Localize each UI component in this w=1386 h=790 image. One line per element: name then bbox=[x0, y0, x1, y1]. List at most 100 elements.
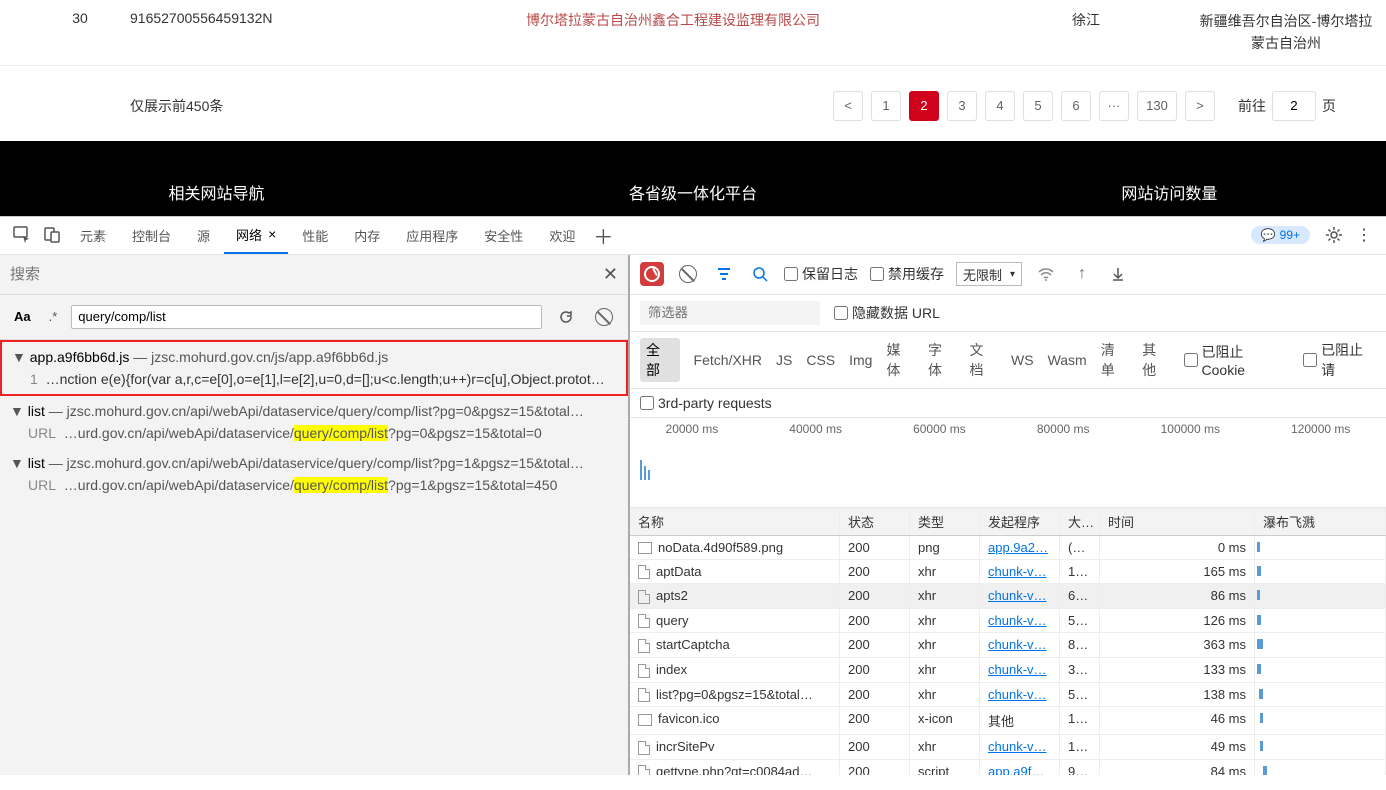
table-row[interactable]: aptData200xhrchunk-v…1…165 ms bbox=[630, 560, 1386, 585]
col-size[interactable]: 大… bbox=[1060, 508, 1100, 535]
page-5[interactable]: 5 bbox=[1023, 91, 1053, 121]
page-last[interactable]: 130 bbox=[1137, 91, 1177, 121]
search-result-2[interactable]: ▼ list — jzsc.mohurd.gov.cn/api/webApi/d… bbox=[0, 396, 628, 448]
tab-性能[interactable]: 性能 bbox=[290, 216, 340, 254]
type-字体[interactable]: 字体 bbox=[928, 340, 956, 380]
search-result-3[interactable]: ▼ list — jzsc.mohurd.gov.cn/api/webApi/d… bbox=[0, 448, 628, 500]
search-result-1[interactable]: ▼ app.a9f6bb6d.js — jzsc.mohurd.gov.cn/j… bbox=[0, 340, 628, 396]
initiator-link[interactable]: app.9a2… bbox=[988, 540, 1048, 555]
blocked-cookie-checkbox[interactable]: 已阻止 Cookie bbox=[1184, 342, 1290, 378]
goto-input[interactable] bbox=[1272, 91, 1316, 121]
type-全部[interactable]: 全部 bbox=[640, 338, 680, 382]
tab-欢迎[interactable]: 欢迎 bbox=[537, 216, 587, 254]
initiator-link[interactable]: app.a9f… bbox=[988, 764, 1044, 775]
next-button[interactable]: > bbox=[1185, 91, 1215, 121]
network-panel: 保留日志 禁用缓存 无限制 ↑ 隐藏数据 URL 全部 Fetch/XHR JS CS… bbox=[630, 255, 1386, 775]
preserve-log-checkbox[interactable]: 保留日志 bbox=[784, 264, 858, 284]
tab-安全性[interactable]: 安全性 bbox=[472, 216, 535, 254]
network-type-filter: 全部 Fetch/XHR JS CSS Img 媒体字体文档 WS Wasm 清单其他 已阻止 … bbox=[630, 332, 1386, 389]
disable-cache-checkbox[interactable]: 禁用缓存 bbox=[870, 264, 944, 284]
initiator-link[interactable]: chunk-v… bbox=[988, 739, 1047, 754]
col-status[interactable]: 状态 bbox=[840, 508, 910, 535]
page-1[interactable]: 1 bbox=[871, 91, 901, 121]
filter-input[interactable] bbox=[640, 301, 820, 325]
device-icon[interactable] bbox=[38, 221, 66, 249]
table-row[interactable]: gettype.php?gt=c0084ad…200scriptapp.a9f…… bbox=[630, 760, 1386, 775]
tab-内存[interactable]: 内存 bbox=[342, 216, 392, 254]
hide-data-url-checkbox[interactable]: 隐藏数据 URL bbox=[834, 303, 940, 323]
type-WS[interactable]: WS bbox=[1011, 352, 1034, 368]
inspect-icon[interactable] bbox=[8, 221, 36, 249]
throttle-select[interactable]: 无限制 bbox=[956, 262, 1022, 286]
filter-icon[interactable] bbox=[712, 262, 736, 286]
table-row[interactable]: noData.4d90f589.png200pngapp.9a2…(…0 ms bbox=[630, 536, 1386, 560]
table-row[interactable]: favicon.ico200x-icon其他1…46 ms bbox=[630, 707, 1386, 735]
col-name[interactable]: 名称 bbox=[630, 508, 840, 535]
type-Img[interactable]: Img bbox=[849, 352, 872, 368]
initiator-link[interactable]: chunk-v… bbox=[988, 564, 1047, 579]
upload-icon[interactable]: ↑ bbox=[1070, 262, 1094, 286]
tab-源[interactable]: 源 bbox=[185, 216, 222, 254]
search-icon[interactable] bbox=[748, 262, 772, 286]
page-more[interactable]: ··· bbox=[1099, 91, 1129, 121]
clear-button[interactable] bbox=[676, 262, 700, 286]
tab-应用程序[interactable]: 应用程序 bbox=[394, 216, 470, 254]
settings-icon[interactable] bbox=[1320, 221, 1348, 249]
blocked-req-checkbox[interactable]: 已阻止请 bbox=[1303, 340, 1376, 380]
table-row[interactable]: index200xhrchunk-v…3…133 ms bbox=[630, 658, 1386, 683]
footer-link-1[interactable]: 相关网站导航 bbox=[0, 180, 433, 204]
row-company[interactable]: 博尔塔拉蒙古自治州鑫合工程建设监理有限公司 bbox=[360, 10, 986, 55]
type-Wasm[interactable]: Wasm bbox=[1048, 352, 1087, 368]
initiator-link[interactable]: chunk-v… bbox=[988, 613, 1047, 628]
wifi-icon[interactable] bbox=[1034, 262, 1058, 286]
type-文档[interactable]: 文档 bbox=[970, 340, 998, 380]
page-4[interactable]: 4 bbox=[985, 91, 1015, 121]
footer-link-2[interactable]: 各省级一体化平台 bbox=[433, 180, 953, 204]
type-清单[interactable]: 清单 bbox=[1101, 340, 1129, 380]
search-input[interactable] bbox=[10, 261, 603, 287]
col-time[interactable]: 时间 bbox=[1100, 508, 1255, 535]
tab-网络[interactable]: 网络× bbox=[224, 216, 288, 254]
refresh-icon[interactable] bbox=[552, 303, 580, 331]
type-媒体[interactable]: 媒体 bbox=[886, 340, 914, 380]
initiator-link[interactable]: chunk-v… bbox=[988, 588, 1047, 603]
initiator-link[interactable]: chunk-v… bbox=[988, 662, 1047, 677]
col-type[interactable]: 类型 bbox=[910, 508, 980, 535]
issues-badge[interactable]: 💬 99+ bbox=[1251, 226, 1310, 244]
page-6[interactable]: 6 bbox=[1061, 91, 1091, 121]
table-header: 名称 状态 类型 发起程序 大… 时间 瀑布飞溅 bbox=[630, 508, 1386, 536]
regex-toggle[interactable]: .* bbox=[45, 307, 62, 326]
download-icon[interactable] bbox=[1106, 262, 1130, 286]
case-toggle[interactable]: Aa bbox=[10, 307, 35, 326]
search-query-input[interactable] bbox=[71, 305, 542, 329]
table-row[interactable]: query200xhrchunk-v…5…126 ms bbox=[630, 609, 1386, 634]
close-tab-icon[interactable]: × bbox=[268, 226, 276, 242]
col-waterfall[interactable]: 瀑布飞溅 bbox=[1255, 508, 1386, 535]
more-icon[interactable]: ⋮ bbox=[1350, 221, 1378, 249]
footer-link-3[interactable]: 网站访问数量 bbox=[953, 180, 1386, 204]
type-JS[interactable]: JS bbox=[776, 352, 792, 368]
initiator-link[interactable]: chunk-v… bbox=[988, 637, 1047, 652]
prev-button[interactable]: < bbox=[833, 91, 863, 121]
table-row[interactable]: apts2200xhrchunk-v…6…86 ms bbox=[630, 584, 1386, 609]
initiator-link[interactable]: chunk-v… bbox=[988, 687, 1047, 702]
tab-控制台[interactable]: 控制台 bbox=[120, 216, 183, 254]
record-button[interactable] bbox=[640, 262, 664, 286]
close-icon[interactable]: ✕ bbox=[603, 264, 618, 285]
file-icon bbox=[638, 565, 650, 579]
image-icon bbox=[638, 542, 652, 554]
page-2[interactable]: 2 bbox=[909, 91, 939, 121]
table-row[interactable]: startCaptcha200xhrchunk-v…8…363 ms bbox=[630, 633, 1386, 658]
type-Fetch/XHR[interactable]: Fetch/XHR bbox=[694, 352, 762, 368]
tab-元素[interactable]: 元素 bbox=[68, 216, 118, 254]
col-initiator[interactable]: 发起程序 bbox=[980, 508, 1060, 535]
type-CSS[interactable]: CSS bbox=[806, 352, 835, 368]
type-其他[interactable]: 其他 bbox=[1142, 340, 1170, 380]
table-row[interactable]: list?pg=0&pgsz=15&total…200xhrchunk-v…5…… bbox=[630, 683, 1386, 708]
clear-icon[interactable] bbox=[590, 303, 618, 331]
page-3[interactable]: 3 bbox=[947, 91, 977, 121]
third-party-checkbox[interactable]: 3rd-party requests bbox=[640, 395, 1376, 411]
table-row[interactable]: incrSitePv200xhrchunk-v…1…49 ms bbox=[630, 735, 1386, 760]
add-tab-icon[interactable]: ＋ bbox=[589, 221, 617, 249]
network-timeline[interactable]: 20000 ms40000 ms60000 ms80000 ms100000 m… bbox=[630, 418, 1386, 508]
